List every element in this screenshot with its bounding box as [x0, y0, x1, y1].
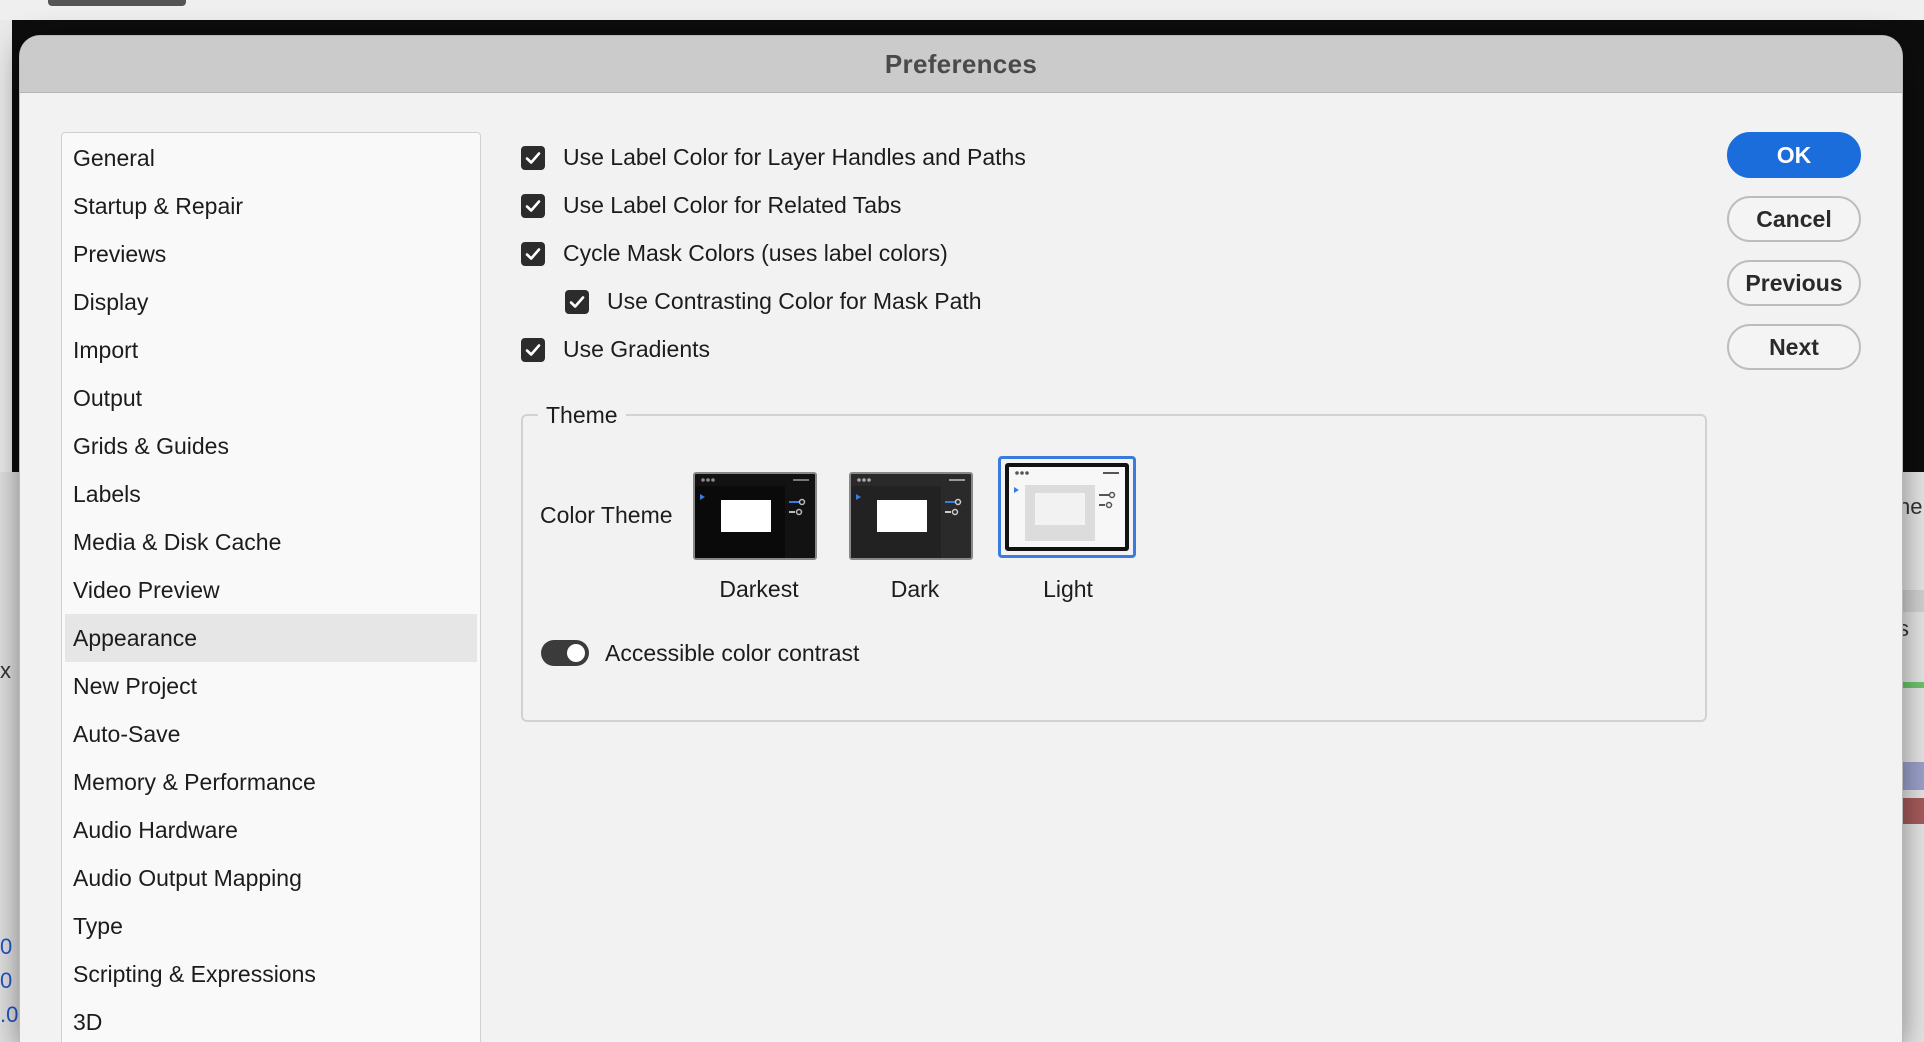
option-cycle-mask-colors[interactable]: Cycle Mask Colors (uses label colors) [521, 240, 948, 267]
app-tab[interactable] [48, 0, 186, 6]
option-contrasting-mask-path[interactable]: Use Contrasting Color for Mask Path [565, 288, 982, 315]
category-item-audio-output-mapping[interactable]: Audio Output Mapping [65, 854, 477, 902]
theme-option-darkest[interactable] [687, 466, 823, 566]
theme-preview-dark [849, 472, 973, 560]
category-list[interactable]: General Startup & Repair Previews Displa… [61, 132, 481, 1042]
category-item-previews[interactable]: Previews [65, 230, 477, 278]
category-item-startup-repair[interactable]: Startup & Repair [65, 182, 477, 230]
toggle-knob [567, 644, 585, 662]
ok-button[interactable]: OK [1727, 132, 1861, 178]
accessible-contrast-label: Accessible color contrast [605, 640, 860, 666]
theme-option-dark[interactable] [843, 466, 979, 566]
app-top-bar [0, 0, 1924, 20]
category-item-output[interactable]: Output [65, 374, 477, 422]
checkbox[interactable] [521, 193, 545, 218]
dialog-titlebar[interactable]: Preferences [20, 36, 1902, 93]
checkbox[interactable] [521, 145, 545, 170]
theme-name-light: Light [1043, 576, 1093, 602]
theme-preview-darkest [693, 472, 817, 560]
checkmark-icon [525, 343, 541, 356]
category-item-type[interactable]: Type [65, 902, 477, 950]
category-item-new-project[interactable]: New Project [65, 662, 477, 710]
dialog-title: Preferences [884, 48, 1038, 79]
accessible-contrast-toggle[interactable] [541, 640, 589, 666]
previous-button[interactable]: Previous [1727, 260, 1861, 306]
option-label-color-layer-handles[interactable]: Use Label Color for Layer Handles and Pa… [521, 144, 1026, 171]
theme-group-legend: Theme [538, 402, 626, 429]
checkbox[interactable] [565, 289, 589, 314]
theme-preview-icon [1014, 471, 1119, 541]
category-item-audio-hardware[interactable]: Audio Hardware [65, 806, 477, 854]
app-left-panel-text: x [0, 658, 11, 683]
checkbox-label: Cycle Mask Colors (uses label colors) [563, 240, 948, 266]
cancel-button[interactable]: Cancel [1727, 196, 1861, 242]
theme-preview-icon [851, 478, 965, 558]
category-item-media-disk-cache[interactable]: Media & Disk Cache [65, 518, 477, 566]
checkbox[interactable] [521, 337, 545, 362]
theme-name-dark: Dark [890, 576, 940, 602]
checkbox-label: Use Label Color for Related Tabs [563, 192, 902, 218]
option-use-gradients[interactable]: Use Gradients [521, 336, 710, 363]
category-item-memory-performance[interactable]: Memory & Performance [65, 758, 477, 806]
theme-preview-light [1005, 463, 1129, 551]
category-item-general[interactable]: General [65, 134, 477, 182]
category-item-grids-guides[interactable]: Grids & Guides [65, 422, 477, 470]
checkbox-label: Use Contrasting Color for Mask Path [607, 288, 982, 314]
category-item-scripting-expressions[interactable]: Scripting & Expressions [65, 950, 477, 998]
checkmark-icon [525, 151, 541, 164]
checkmark-icon [569, 295, 585, 308]
checkbox-label: Use Gradients [563, 336, 711, 362]
preferences-dialog: Preferences General Startup & Repair Pre… [20, 36, 1902, 1042]
category-item-3d[interactable]: 3D [65, 998, 477, 1042]
category-item-auto-save[interactable]: Auto-Save [65, 710, 477, 758]
checkbox[interactable] [521, 241, 545, 266]
checkbox-label: Use Label Color for Layer Handles and Pa… [563, 144, 1026, 170]
next-button[interactable]: Next [1727, 324, 1861, 370]
option-label-color-related-tabs[interactable]: Use Label Color for Related Tabs [521, 192, 901, 219]
category-item-video-preview[interactable]: Video Preview [65, 566, 477, 614]
theme-option-light[interactable] [998, 456, 1136, 558]
checkmark-icon [525, 247, 541, 260]
category-item-labels[interactable]: Labels [65, 470, 477, 518]
color-theme-label: Color Theme [540, 502, 673, 528]
checkmark-icon [525, 199, 541, 212]
app-left-panel-value: 0 [0, 968, 13, 993]
category-item-import[interactable]: Import [65, 326, 477, 374]
app-left-panel-value: 0 [0, 934, 13, 959]
category-item-appearance[interactable]: Appearance [65, 614, 477, 662]
theme-name-darkest: Darkest [719, 576, 799, 602]
app-left-panel-value: .0 [0, 1002, 19, 1027]
category-item-display[interactable]: Display [65, 278, 477, 326]
theme-preview-icon [695, 478, 809, 558]
